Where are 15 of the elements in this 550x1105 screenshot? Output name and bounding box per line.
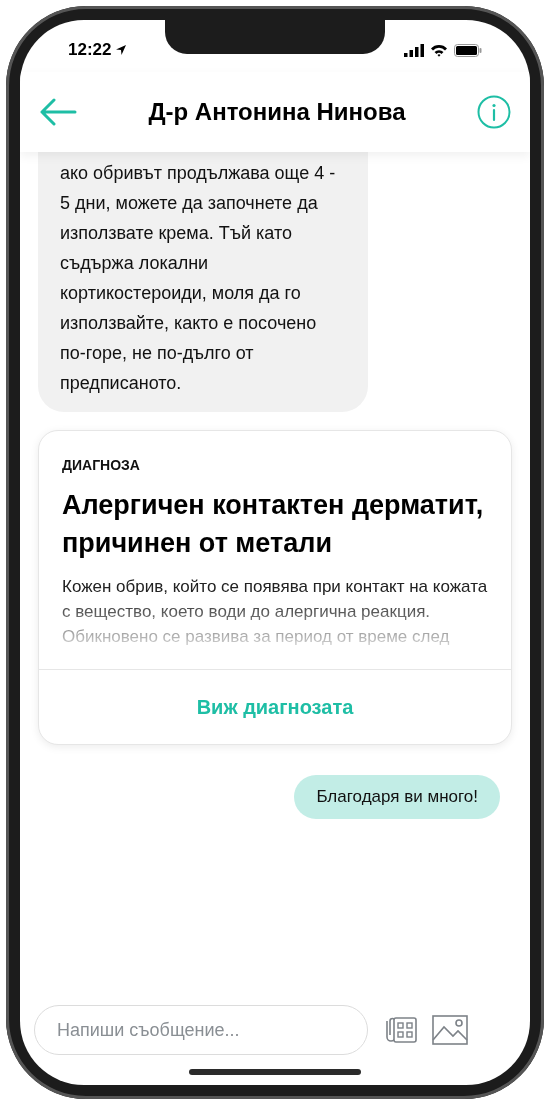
header-title: Д-р Антонина Нинова — [148, 97, 406, 127]
location-icon — [115, 44, 128, 56]
signal-icon — [404, 43, 424, 57]
card-label: ДИАГНОЗА — [62, 456, 141, 475]
message-input[interactable]: Напиши съобщение... — [34, 1005, 368, 1055]
diagnosis-description: Кожен обрив, който се появява при контакт на кожата с вещество, което води до алергична реакция. Обикновено се развива за период от време след — [62, 576, 488, 648]
wifi-icon — [430, 43, 448, 57]
status-time: 12:22 — [68, 39, 112, 62]
message-bubble: ако обривът продължава още 4 - 5 дни, можете да започнете да използвате крема. Тъй като съдържа локални кортикостероиди, моля да го използвайте, както е посочено по-горе, не по-дълго от предписаното. — [38, 152, 368, 412]
info-icon[interactable] — [476, 94, 512, 130]
diagnosis-title: Алергичен контактен дерматит, причинен от метали — [62, 489, 485, 560]
battery-icon — [454, 43, 482, 57]
message-bubble: Благодаря ви много! — [294, 775, 500, 819]
image-icon[interactable] — [432, 1015, 468, 1045]
view-diagnosis-button[interactable]: Виж диагнозата — [39, 670, 511, 744]
